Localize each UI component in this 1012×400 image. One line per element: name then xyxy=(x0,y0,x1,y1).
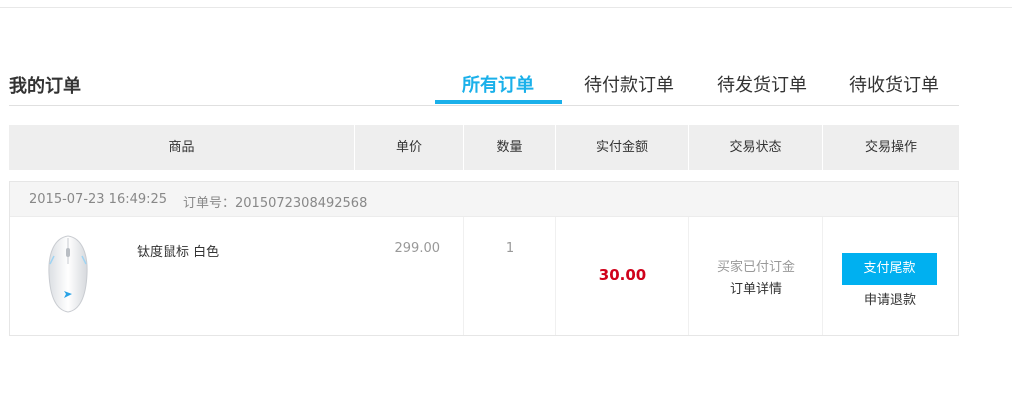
column-header-paid-amount: 实付金额 xyxy=(595,140,648,155)
top-divider xyxy=(0,7,1012,8)
active-tab-indicator xyxy=(435,100,562,104)
order-card: 2015-07-23 16:49:25 订单号：2015072308492568… xyxy=(9,181,959,336)
product-name[interactable]: 钛度鼠标 白色 xyxy=(137,241,219,260)
column-header-unit-price: 单价 xyxy=(395,140,422,155)
column-header-product: 商品 xyxy=(168,140,195,155)
tab-pending-payment[interactable]: 待付款订单 xyxy=(584,71,674,97)
order-header: 2015-07-23 16:49:25 订单号：2015072308492568 xyxy=(10,182,958,217)
unit-price-value: 299.00 xyxy=(394,241,441,256)
order-detail-link[interactable]: 订单详情 xyxy=(689,278,823,297)
order-number: 订单号：2015072308492568 xyxy=(183,196,368,211)
order-timestamp: 2015-07-23 16:49:25 xyxy=(29,192,168,207)
paid-amount: 30.00 xyxy=(598,266,647,284)
cell-divider xyxy=(463,217,464,335)
cell-divider xyxy=(822,217,823,335)
order-status: 买家已付订金 xyxy=(716,260,795,275)
column-header-quantity: 数量 xyxy=(496,140,523,155)
tab-pending-shipment[interactable]: 待发货订单 xyxy=(717,71,807,97)
orders-header: 我的订单 所有订单 待付款订单 待发货订单 待收货订单 xyxy=(9,70,959,106)
tab-all-orders[interactable]: 所有订单 xyxy=(462,71,534,97)
tab-pending-receipt[interactable]: 待收货订单 xyxy=(849,71,939,97)
quantity: 1 xyxy=(505,241,515,256)
column-header-actions: 交易操作 xyxy=(864,140,917,155)
pay-balance-button[interactable]: 支付尾款 xyxy=(842,253,937,285)
table-header: 商品 单价 数量 实付金额 交易状态 交易操作 xyxy=(9,125,959,170)
refund-request-link[interactable]: 申请退款 xyxy=(823,289,957,308)
column-header-status: 交易状态 xyxy=(729,140,782,155)
mouse-product-image[interactable] xyxy=(38,234,98,314)
page-title: 我的订单 xyxy=(9,76,81,97)
